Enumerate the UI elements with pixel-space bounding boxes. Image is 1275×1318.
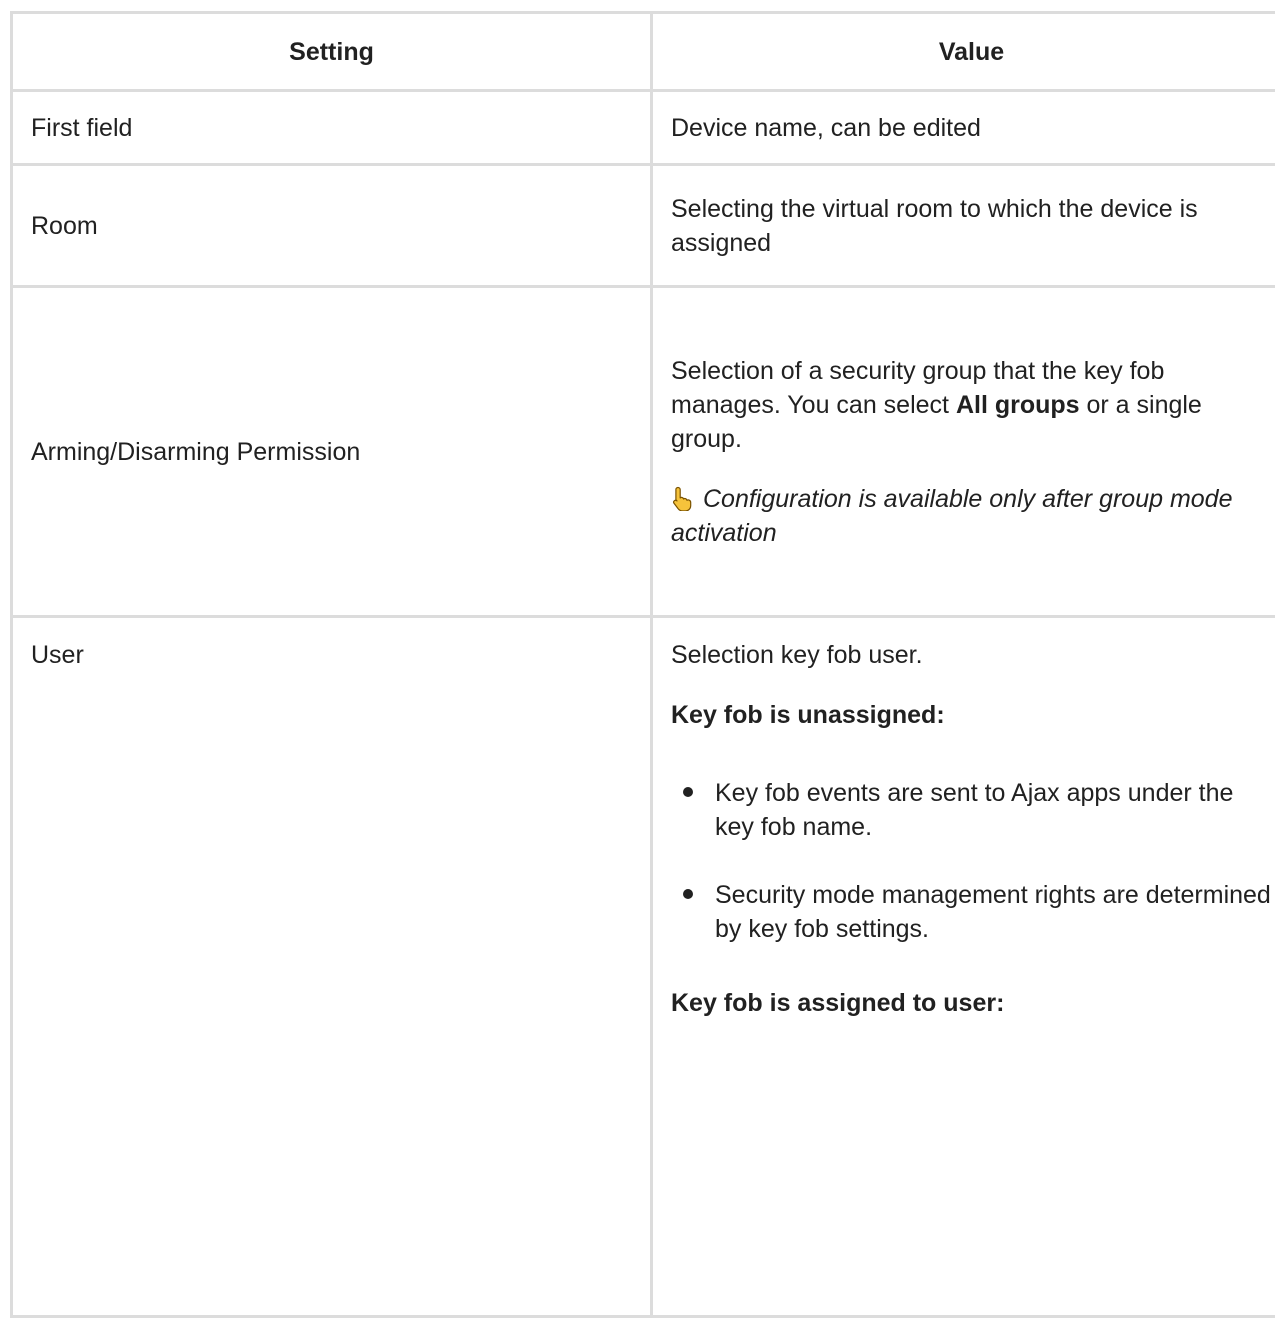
table-header-row: Setting Value [12,13,1275,91]
assigned-heading: Key fob is assigned to user: [671,986,1272,1020]
all-groups-term: All groups [956,391,1080,419]
list-item-text: Key fob events are sent to Ajax apps und… [715,779,1233,841]
unassigned-heading: Key fob is unassigned: [671,698,1272,732]
pointing-hand-icon [671,485,697,511]
setting-column-header: Setting [12,13,652,91]
setting-cell-room: Room [12,165,652,287]
settings-table: Setting Value First field Device name, c… [10,11,1275,1318]
setting-cell-arming: Arming/Disarming Permission [12,287,652,617]
table-row: User Selection key fob user. Key fob is … [12,617,1275,1317]
value-column-header: Value [652,13,1275,91]
arming-note-text: Configuration is available only after gr… [671,485,1232,547]
user-intro: Selection key fob user. [671,638,1272,672]
bullet-icon [683,889,693,899]
list-item: Security mode management rights are dete… [671,878,1272,946]
unassigned-list: Key fob events are sent to Ajax apps und… [671,776,1272,946]
arming-description: Selection of a security group that the k… [671,354,1272,456]
bullet-icon [683,787,693,797]
list-item: Key fob events are sent to Ajax apps und… [671,776,1272,844]
table-row: First field Device name, can be edited [12,91,1275,165]
setting-cell-first-field: First field [12,91,652,165]
setting-cell-user: User [12,617,652,1317]
value-cell-room: Selecting the virtual room to which the … [652,165,1275,287]
table-row: Arming/Disarming Permission Selection of… [12,287,1275,617]
table-row: Room Selecting the virtual room to which… [12,165,1275,287]
list-item-text: Security mode management rights are dete… [715,881,1271,943]
value-cell-arming: Selection of a security group that the k… [652,287,1275,617]
value-cell-first-field: Device name, can be edited [652,91,1275,165]
value-cell-user: Selection key fob user. Key fob is unass… [652,617,1275,1317]
arming-note: Configuration is available only after gr… [671,482,1272,550]
